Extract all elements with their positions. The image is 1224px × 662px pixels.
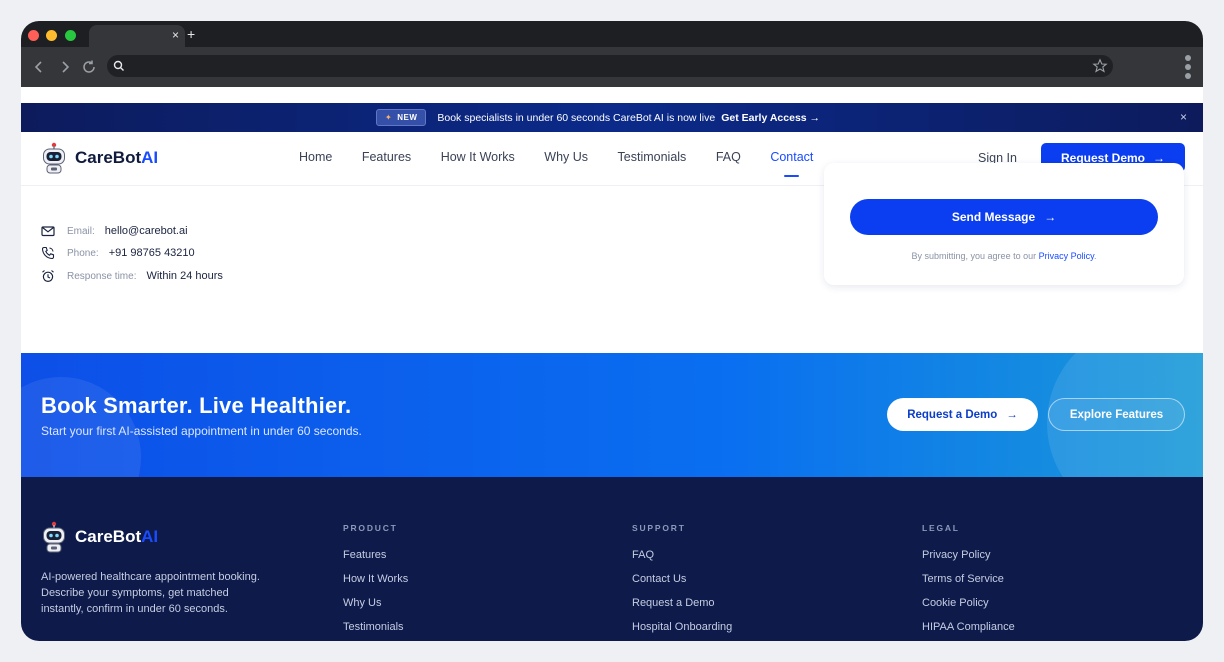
browser-menu-icon[interactable] xyxy=(1185,55,1191,79)
footer-link[interactable]: FAQ xyxy=(632,548,732,563)
response-time-label: Response time: xyxy=(67,270,137,282)
reload-icon[interactable] xyxy=(81,59,97,75)
robot-logo-icon xyxy=(43,521,65,553)
new-badge-label: NEW xyxy=(397,113,418,122)
party-icon: ✦ xyxy=(385,113,393,122)
close-window-icon[interactable] xyxy=(28,30,39,41)
alarm-clock-icon xyxy=(42,270,54,283)
new-tab-icon[interactable]: + xyxy=(187,27,195,41)
brand-logo[interactable]: CareBotAI xyxy=(41,142,158,174)
footer-brand-logo[interactable]: CareBotAI xyxy=(41,521,158,553)
cta-banner: Book Smarter. Live Healthier. Start your… xyxy=(21,353,1203,477)
footer-brand-name: CareBotAI xyxy=(75,527,159,546)
footer-link[interactable]: Privacy Policy xyxy=(922,548,1015,563)
new-badge: ✦ NEW xyxy=(376,109,427,126)
nav-contact[interactable]: Contact xyxy=(770,150,813,177)
nav-why-us[interactable]: Why Us xyxy=(544,150,588,164)
email-label: Email: xyxy=(67,225,95,237)
cta-request-demo-label: Request a Demo xyxy=(907,408,998,421)
bookmark-star-icon[interactable] xyxy=(1092,58,1108,74)
footer-heading: LEGAL xyxy=(922,523,960,533)
nav-features[interactable]: Features xyxy=(362,150,411,164)
footer-link[interactable]: Request a Demo xyxy=(632,596,732,611)
minimize-window-icon[interactable] xyxy=(46,30,57,41)
phone-icon xyxy=(41,246,55,260)
site-footer: CareBotAI AI-powered healthcare appointm… xyxy=(21,477,1203,641)
announcement-text: Book specialists in under 60 seconds Car… xyxy=(437,111,716,124)
footer-link[interactable]: Testimonials xyxy=(343,620,408,635)
mail-icon xyxy=(41,226,55,237)
arrow-right-icon: → xyxy=(1044,210,1057,224)
footer-link[interactable]: Hospital Onboarding xyxy=(632,620,732,635)
terms-text: By submitting, you agree to our xyxy=(911,251,1037,261)
back-icon[interactable] xyxy=(31,59,47,75)
footer-column-support: SUPPORT FAQ Contact Us Request a Demo Ho… xyxy=(632,523,732,641)
terms-period: . xyxy=(1093,251,1097,261)
footer-heading: PRODUCT xyxy=(343,523,398,533)
phone-value[interactable]: +91 98765 43210 xyxy=(109,247,195,259)
brand-name: CareBotAI xyxy=(75,148,159,167)
footer-heading: SUPPORT xyxy=(632,523,686,533)
browser-tab[interactable]: × xyxy=(89,25,185,47)
page-viewport: ✦ NEW Book specialists in under 60 second… xyxy=(21,103,1203,641)
browser-window: × + ✦ NEW Book specialists in under 60 se… xyxy=(21,21,1203,641)
browser-toolbar xyxy=(21,47,1203,87)
footer-link[interactable]: HIPAA Compliance xyxy=(922,620,1015,635)
nav-testimonials[interactable]: Testimonials xyxy=(618,150,687,164)
search-icon xyxy=(113,60,124,71)
contact-phone-row: Phone: +91 98765 43210 xyxy=(41,246,195,260)
contact-form-card: Send Message → By submitting, you agree t… xyxy=(824,163,1184,285)
form-terms: By submitting, you agree to our Privacy … xyxy=(824,251,1184,261)
announcement-bar: ✦ NEW Book specialists in under 60 second… xyxy=(21,103,1203,132)
early-access-link[interactable]: Get Early Access → xyxy=(721,112,820,124)
footer-link[interactable]: Features xyxy=(343,548,408,563)
robot-logo-icon xyxy=(43,142,65,174)
phone-label: Phone: xyxy=(67,247,99,259)
footer-link[interactable]: Why Us xyxy=(343,596,408,611)
send-message-button[interactable]: Send Message → xyxy=(850,199,1158,235)
browser-tab-bar: × + xyxy=(21,21,1203,47)
nav-faq[interactable]: FAQ xyxy=(716,150,741,164)
footer-link[interactable]: How It Works xyxy=(343,572,408,587)
cta-request-demo-button[interactable]: Request a Demo → xyxy=(887,398,1038,431)
cta-subtitle: Start your first AI-assisted appointment… xyxy=(41,424,362,438)
footer-column-product: PRODUCT Features How It Works Why Us Tes… xyxy=(343,523,408,641)
footer-link[interactable]: Cookie Policy xyxy=(922,596,1015,611)
footer-link[interactable]: Contact Us xyxy=(632,572,732,587)
nav-home[interactable]: Home xyxy=(299,150,332,164)
maximize-window-icon[interactable] xyxy=(65,30,76,41)
send-message-label: Send Message xyxy=(951,210,1036,224)
privacy-policy-link[interactable]: Privacy Policy xyxy=(1039,251,1094,261)
forward-icon[interactable] xyxy=(57,59,73,75)
contact-email-row: Email: hello@carebot.ai xyxy=(41,224,188,238)
email-value[interactable]: hello@carebot.ai xyxy=(105,225,188,237)
address-bar[interactable] xyxy=(107,55,1113,77)
announcement-close-icon[interactable]: × xyxy=(1180,110,1187,124)
cta-title: Book Smarter. Live Healthier. xyxy=(41,393,352,418)
footer-description: AI-powered healthcare appointment bookin… xyxy=(41,571,260,615)
tab-close-icon[interactable]: × xyxy=(172,28,179,42)
footer-column-legal: LEGAL Privacy Policy Terms of Service Co… xyxy=(922,523,1015,641)
footer-link[interactable]: Terms of Service xyxy=(922,572,1015,587)
arrow-right-icon: → xyxy=(1006,408,1018,421)
nav-links: Home Features How It Works Why Us Testim… xyxy=(299,150,843,177)
explore-features-button[interactable]: Explore Features xyxy=(1048,398,1185,431)
nav-how-it-works[interactable]: How It Works xyxy=(441,150,515,164)
response-time-value: Within 24 hours xyxy=(146,270,223,282)
contact-response-row: Response time: Within 24 hours xyxy=(41,269,223,283)
